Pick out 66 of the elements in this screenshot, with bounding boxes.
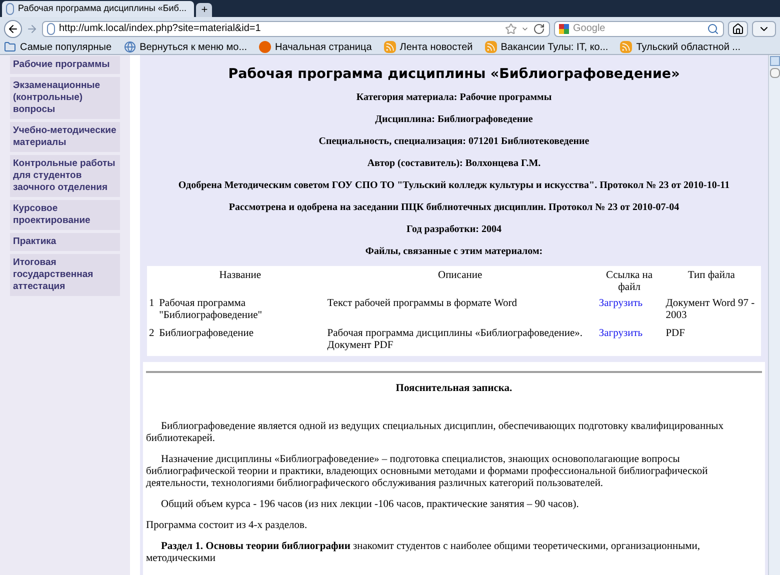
bookmark-item[interactable]: Самые популярные [4, 40, 112, 54]
row-number: 2 [149, 327, 156, 342]
column-header: Название [218, 269, 262, 284]
sidebar-link[interactable]: Рабочие программы [10, 56, 120, 74]
url-text: http://umk.local/index.php?site=material&id=1 [59, 22, 262, 36]
scrollbar[interactable] [768, 55, 780, 575]
table-cell-text: Текст рабочей программы в формате Word [326, 297, 518, 312]
back-button[interactable] [4, 20, 22, 38]
search-input[interactable]: Google [573, 21, 703, 36]
document-heading: Пояснительная записка. [394, 383, 514, 396]
globe-icon [124, 41, 136, 53]
material-info: Одобрена Методическим советом ГОУ СПО ТО "Тульский колледж культуры и искусства". Протокол № 23 от 2010-10-11 [178, 180, 730, 192]
column-header: Ссылка на файл [604, 269, 654, 294]
paragraph: Программа состоит из 4-х разделов. [146, 520, 308, 532]
bookmark-item[interactable]: Вернуться к меню мо... [124, 40, 248, 54]
table-cell-text: Рабочая программа "Библиографоведение" [158, 297, 264, 324]
material-info: Дисциплина: Библиографоведение [375, 114, 533, 126]
sidebar-link[interactable]: Экзаменационные (контрольные) вопросы [10, 77, 120, 119]
tab-title: Рабочая программа дисциплины «Биб... [18, 2, 186, 16]
paragraph: Раздел 1. Основы теории библиографии знакомит студентов с наиболее общими теоретическими, организационными, методическими [146, 541, 702, 566]
sidebar-link[interactable]: Итоговая государственная аттестация [10, 254, 120, 296]
column-header: Тип файла [686, 269, 736, 284]
paragraph: Общий объем курса - 196 часов (из них лекции -106 часов, практические занятия – 90 часов). [160, 499, 580, 512]
paragraph: Библиографоведение является одной из ведущих специальных дисциплин, обеспечивающих подготовку квалифицированных библиотекарей. [146, 421, 724, 446]
table-cell-text: Рабочая программа дисциплины «Библиографоведение». Документ PDF [326, 327, 584, 354]
bookmark-item[interactable]: Лента новостей [384, 40, 473, 54]
feed-icon [620, 41, 632, 53]
home-icon [732, 22, 744, 34]
menu-button[interactable] [752, 20, 776, 36]
material-info: Специальность, специализация: 071201 Библиотековедение [318, 136, 590, 148]
material-info: Рассмотрена и одобрена на заседании ПЦК библиотечных дисциплин. Протокол № 23 от 2010-07-04 [228, 202, 680, 214]
bookmark-item[interactable]: Начальная страница [259, 40, 372, 54]
bookmark-item[interactable]: Вакансии Тулы: IT, ко... [484, 40, 608, 54]
table-cell-text: Библиографоведение [158, 327, 255, 342]
address-bar[interactable]: http://umk.local/index.php?site=material&id=1 [42, 20, 550, 36]
download-link[interactable]: Загрузить [598, 328, 643, 340]
column-header: Описание [436, 269, 484, 284]
browser-tab[interactable]: Рабочая программа дисциплины «Биб... [2, 1, 194, 17]
bookmark-star-icon[interactable] [505, 22, 517, 34]
reload-icon[interactable] [533, 22, 545, 34]
home-button[interactable] [728, 20, 748, 36]
folder-icon [4, 41, 16, 53]
back-arrow-icon [7, 22, 19, 34]
feed-icon [384, 41, 396, 53]
table-cell-text: PDF [664, 327, 686, 342]
material-info: Категория материала: Рабочие программы [356, 92, 552, 104]
sidebar-link[interactable]: Курсовое проектирование [10, 200, 120, 230]
page-title: Рабочая программа дисциплины «Библиографоведение» [228, 65, 680, 84]
feed-icon [484, 41, 497, 53]
bookmark-item[interactable]: Тульский областной ... [620, 40, 741, 54]
search-icon[interactable] [707, 22, 719, 34]
download-link[interactable]: Загрузить [598, 298, 643, 310]
sidebar-link[interactable]: Контрольные работы для студентов заочного отделения [10, 155, 120, 197]
scroll-thumb[interactable] [770, 68, 780, 78]
new-tab-button[interactable]: + [196, 3, 212, 17]
browser-logo-icon [259, 41, 272, 53]
material-info: Автор (составитель): Волхонцева Г.М. [367, 158, 541, 170]
table-cell-text: Документ Word 97 - 2003 [664, 297, 756, 324]
material-info: Год разработки: 2004 [406, 224, 502, 236]
sidebar-link[interactable]: Практика [10, 233, 120, 251]
search-engine-icon[interactable] [559, 24, 569, 34]
material-info: Файлы, связанные с этим материалом: [365, 246, 543, 258]
sidebar-link[interactable]: Учебно-методические материалы [10, 122, 120, 152]
paragraph: Назначение дисциплины «Библиографоведение» – подготовка специалистов, знающих основополагающие вопросы библиографической теории и практики, владеющих основными методами и формами профессиональной библиографической деятельности, технологиями библиографического обслуживания различных категорий пользователей. [146, 454, 709, 490]
row-number: 1 [149, 297, 156, 312]
search-field[interactable]: Google [554, 20, 724, 36]
